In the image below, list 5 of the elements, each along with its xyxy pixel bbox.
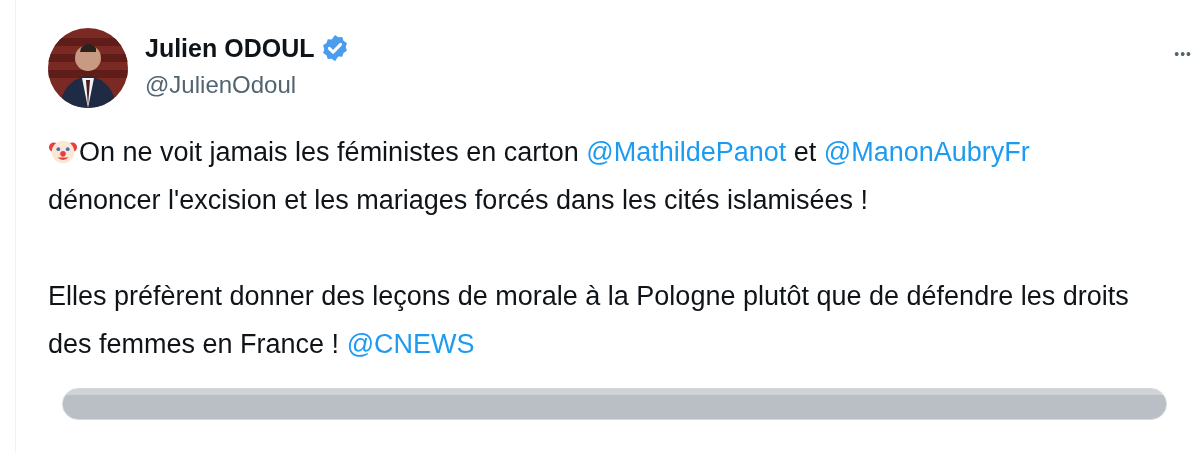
tweet-text: Elles préfèrent donner des leçons de morale à la Pologne plutôt que de défendre les droits des femmes en France ! @CNEWS bbox=[48, 280, 1130, 361]
more-button[interactable]: ••• bbox=[1170, 42, 1196, 66]
author-handle[interactable]: @JulienOdoul bbox=[145, 68, 1171, 102]
author-name[interactable]: Julien ODOUL bbox=[145, 32, 315, 64]
tweet-text: On ne voit jamais les féministes en carton @MathildePanot et @ManonAubryFr dénoncer l'excision et les mariages forcés dans les cités islamisées ! bbox=[48, 135, 1031, 217]
